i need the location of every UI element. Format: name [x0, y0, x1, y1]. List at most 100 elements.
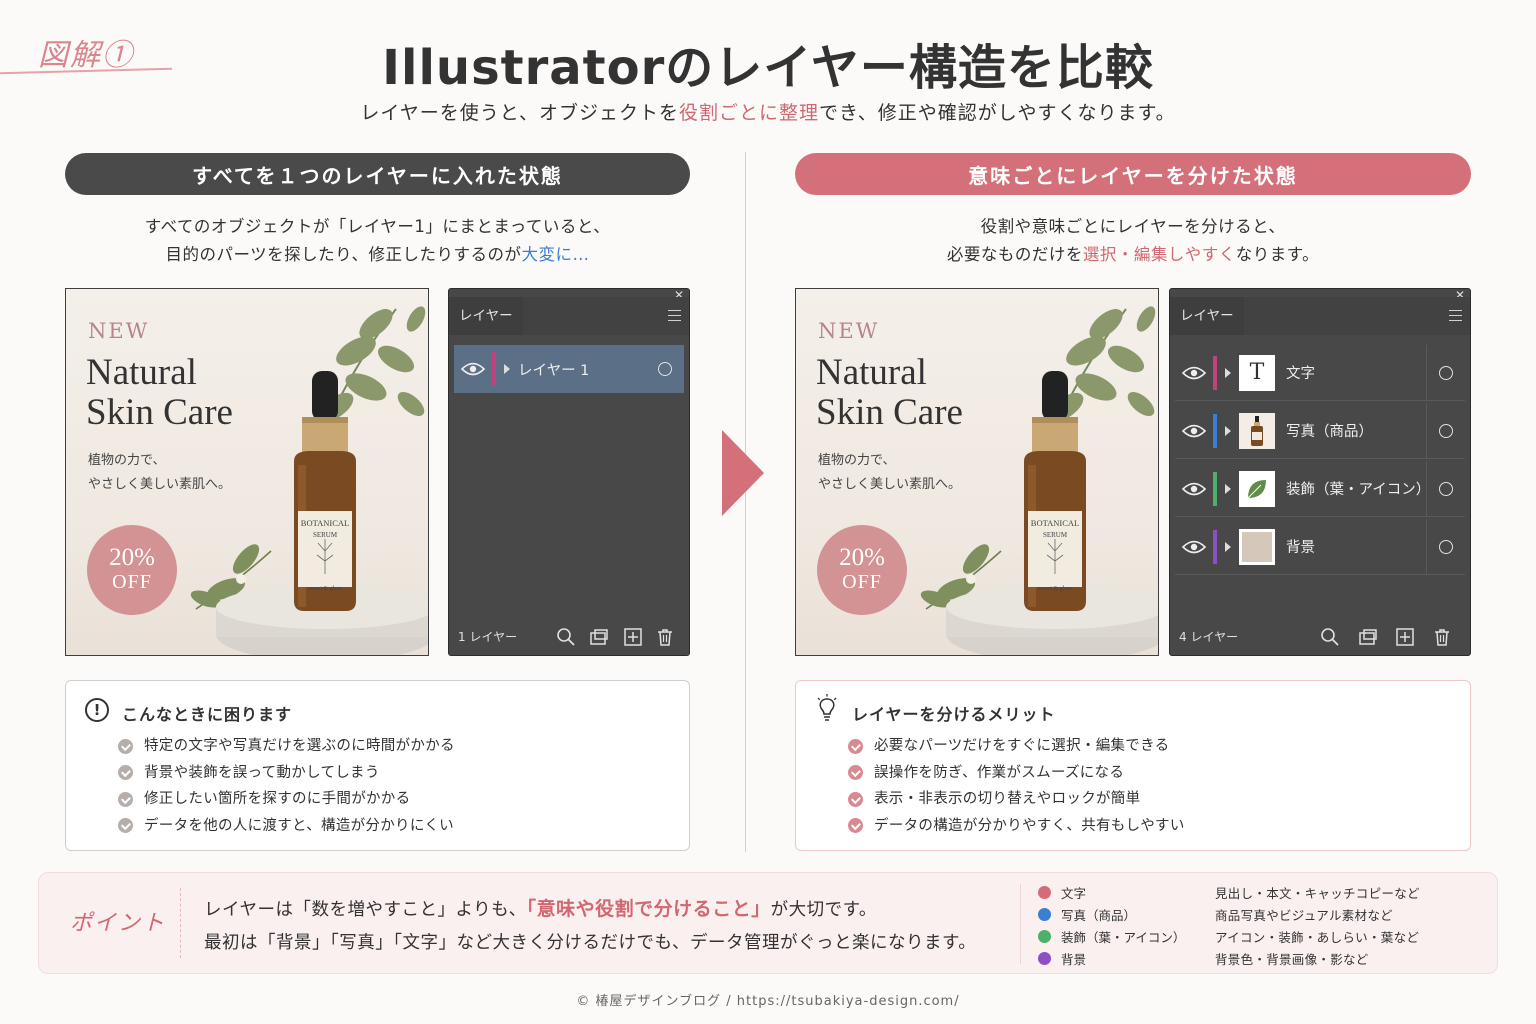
expand-triangle-icon[interactable] — [504, 364, 510, 374]
trash-icon[interactable] — [1432, 627, 1452, 647]
panel-menu-icon[interactable] — [1449, 310, 1462, 321]
list-item-text: データを他の人に渡すと、構造が分かりにくい — [144, 817, 454, 834]
expand-triangle-icon[interactable] — [1225, 541, 1231, 552]
layer-name: 背景 — [1286, 540, 1315, 556]
tab-layers[interactable]: レイヤー — [1170, 297, 1244, 335]
target-circle-icon[interactable] — [1439, 539, 1453, 554]
legend-desc-photo: 商品写真やビジュアル素材など — [1215, 908, 1393, 923]
check-icon — [118, 765, 133, 781]
list-item: 必要なパーツだけをすぐに選択・編集できる — [848, 733, 1185, 760]
list-item: 特定の文字や写真だけを選ぶのに時間がかかる — [118, 733, 455, 760]
layer-color-bar — [1213, 355, 1217, 390]
layers-panel-single: ✕ レイヤー レイヤー 1 1 レイヤー — [448, 288, 690, 656]
ad-new-label: NEW — [88, 319, 150, 343]
expand-triangle-icon[interactable] — [1225, 367, 1231, 378]
new-layer-icon[interactable] — [623, 627, 643, 647]
warning-icon: ! — [85, 698, 109, 722]
list-item-text: 必要なパーツだけをすぐに選択・編集できる — [874, 738, 1170, 754]
ad-artwork-left: NEW Natural Skin Care 植物の力で、 やさしく美しい素肌へ。… — [65, 288, 429, 656]
benefits-box: レイヤーを分けるメリット 必要なパーツだけをすぐに選択・編集できる 誤操作を防ぎ… — [795, 680, 1471, 851]
layer-count: 1 レイヤー — [458, 630, 518, 644]
layer-name: 文字 — [1286, 366, 1315, 382]
legend-dot — [1038, 886, 1051, 899]
list-item-text: 修正したい箇所を探すのに手間がかかる — [144, 791, 411, 807]
right-section-heading: 意味ごとにレイヤーを分けた状態 — [795, 153, 1471, 195]
legend-item-photo: 写真（商品） — [1038, 905, 1136, 924]
layer-color-bar — [492, 352, 496, 386]
right-desc-text-end: なります。 — [1235, 245, 1320, 264]
eye-icon[interactable] — [1181, 424, 1207, 438]
clipping-mask-icon[interactable] — [1358, 627, 1378, 647]
background-thumbnail-icon — [1239, 528, 1275, 565]
page-subtitle: レイヤーを使うと、オブジェクトを役割ごとに整理でき、修正や確認がしやすくなります… — [0, 98, 1536, 125]
lightbulb-icon — [817, 694, 837, 721]
list-item-text: 特定の文字や写真だけを選ぶのに時間がかかる — [144, 738, 455, 754]
list-item: データの構造が分かりやすく、共有もしやすい — [848, 813, 1185, 840]
check-icon — [848, 791, 863, 807]
layer-name: レイヤー 1 — [518, 362, 590, 379]
text-thumbnail-icon: T — [1239, 354, 1275, 391]
tab-layers[interactable]: レイヤー — [449, 297, 523, 335]
new-layer-icon[interactable] — [1395, 627, 1415, 647]
left-desc-line2: 目的のパーツを探したり、修正したりするのが大変に… — [65, 241, 690, 269]
target-circle-icon[interactable] — [1439, 423, 1453, 438]
bottle-label-line2: SERUM — [1042, 531, 1068, 539]
trash-icon[interactable] — [655, 627, 675, 647]
ad-headline: Natural Skin Care — [816, 352, 963, 433]
legend-desc-background: 背景色・背景画像・影など — [1215, 952, 1369, 967]
bottle-label-line1: BOTANICAL — [1030, 518, 1080, 528]
legend-item-background: 背景 — [1038, 949, 1086, 968]
layer-row-background[interactable]: 背景 — [1175, 519, 1465, 575]
eye-icon[interactable] — [1181, 540, 1207, 554]
target-circle-icon[interactable] — [1439, 365, 1453, 380]
bottle-label-line2: SERUM — [312, 531, 338, 539]
layer-row-text[interactable]: T 文字 — [1175, 345, 1465, 401]
eye-icon[interactable] — [460, 362, 486, 376]
tab-strip — [523, 297, 689, 335]
discount-off: OFF — [112, 571, 152, 593]
ad-tagline: 植物の力で、 やさしく美しい素肌へ。 — [818, 453, 962, 492]
search-icon[interactable] — [556, 627, 576, 647]
point-label: ポイント — [70, 911, 167, 936]
page-title: Illustratorのレイヤー構造を比較 — [382, 40, 1154, 96]
search-icon[interactable] — [1320, 627, 1340, 647]
right-desc-text: 必要なものだけを — [946, 245, 1083, 264]
target-circle-icon[interactable] — [658, 362, 672, 376]
right-desc-line1: 役割や意味ごとにレイヤーを分けると、 — [980, 217, 1286, 236]
eye-icon[interactable] — [1181, 482, 1207, 496]
discount-percent: 20% — [109, 544, 155, 571]
left-desc-accent: 大変に… — [521, 245, 590, 264]
bottle-label: BOTANICAL SERUM sweet & glow — [1028, 517, 1082, 595]
layer-name: 写真（商品） — [1286, 424, 1373, 440]
list-item: 誤操作を防ぎ、作業がスムーズになる — [848, 760, 1185, 787]
expand-triangle-icon[interactable] — [1225, 425, 1231, 436]
eye-icon[interactable] — [1181, 366, 1207, 380]
check-icon — [848, 765, 863, 781]
bottle-label: BOTANICAL SERUM sweet & glow — [298, 517, 352, 595]
point-line1: レイヤーは「数を増やすこと」よりも、「意味や役割で分けること」が大切です。 — [204, 894, 877, 921]
list-item: 修正したい箇所を探すのに手間がかかる — [118, 786, 455, 813]
right-desc-accent: 選択・編集しやすく — [1082, 245, 1236, 264]
legend-dot — [1038, 952, 1051, 965]
left-section-heading: すべてを１つのレイヤーに入れた状態 — [65, 153, 690, 195]
problems-box: ! こんなときに困ります 特定の文字や写真だけを選ぶのに時間がかかる 背景や装飾… — [65, 680, 690, 851]
bottle-label-line3: sweet & glow — [1038, 586, 1072, 592]
left-desc-line1: すべてのオブジェクトが「レイヤー1」にまとまっていると、 — [144, 217, 611, 236]
layer-row-decoration[interactable]: 装飾（葉・アイコン） — [1175, 461, 1465, 517]
ad-headline: Natural Skin Care — [86, 352, 233, 433]
clipping-mask-icon[interactable] — [589, 627, 609, 647]
bottle-thumbnail-icon — [1239, 412, 1275, 449]
layer-color-bar — [1213, 529, 1217, 564]
layers-panel-separated: ✕ レイヤー T 文字 写真（商品） 装飾（葉・アイコン） 背景 4 レイヤー — [1169, 288, 1471, 656]
panel-menu-icon[interactable] — [668, 310, 681, 321]
tab-strip — [1244, 297, 1470, 335]
discount-off: OFF — [842, 571, 882, 593]
target-circle-icon[interactable] — [1439, 481, 1453, 496]
credit-line: © 椿屋デザインブログ / https://tsubakiya-design.c… — [576, 994, 960, 1009]
point-line2: 最初は「背景」「写真」「文字」など大きく分けるだけでも、データ管理がぐっと楽にな… — [204, 933, 977, 953]
row-separator — [1426, 345, 1427, 400]
expand-triangle-icon[interactable] — [1225, 483, 1231, 494]
layer-row-photo[interactable]: 写真（商品） — [1175, 403, 1465, 459]
layer-row-1[interactable]: レイヤー 1 — [454, 345, 684, 393]
point-text-end: が大切です。 — [770, 900, 877, 920]
